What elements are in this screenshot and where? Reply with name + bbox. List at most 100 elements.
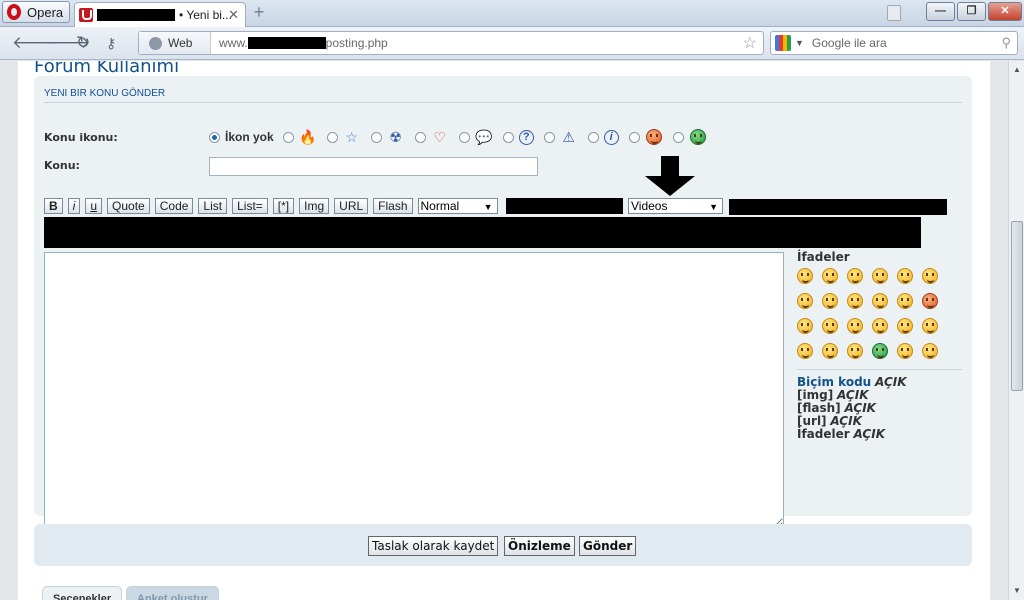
- font-size-value: Normal: [420, 199, 460, 213]
- smiley-icon[interactable]: [872, 293, 888, 309]
- smiley-icon[interactable]: [922, 293, 938, 309]
- list-button[interactable]: List: [198, 198, 228, 214]
- star-radio[interactable]: [326, 131, 338, 143]
- redacted-domain: [247, 37, 326, 49]
- tab-options[interactable]: Seçenekler: [42, 586, 123, 600]
- url-button[interactable]: URL: [334, 198, 369, 214]
- window-close-button[interactable]: ✕: [988, 2, 1022, 21]
- radiation-radio[interactable]: [370, 131, 382, 143]
- browser-tab-active[interactable]: • Yeni bi... ✕: [74, 2, 246, 27]
- smiley-icon[interactable]: [897, 318, 913, 334]
- page-body: Forum Kullanımı YENI BIR KONU GÖNDER Kon…: [18, 61, 990, 600]
- smiley-icon[interactable]: [847, 343, 863, 359]
- flame-radio[interactable]: [282, 131, 294, 143]
- warning-icon: ⚠: [562, 128, 575, 145]
- smiley-icon[interactable]: [847, 293, 863, 309]
- smiley-icon[interactable]: [847, 318, 863, 334]
- ordered-list-button[interactable]: List=: [232, 198, 268, 214]
- info-icon: i: [603, 129, 619, 145]
- submit-panel: Taslak olarak kaydet Önizleme Gönder: [34, 524, 972, 566]
- heart-radio[interactable]: [414, 131, 426, 143]
- quote-button[interactable]: Quote: [107, 198, 150, 214]
- grin-radio[interactable]: [672, 131, 684, 143]
- reload-icon[interactable]: ↻: [76, 34, 90, 52]
- globe-icon: [149, 36, 162, 50]
- smiley-icon[interactable]: [797, 318, 813, 334]
- speech-radio[interactable]: [458, 131, 470, 143]
- message-textarea[interactable]: [44, 252, 784, 528]
- info-radio[interactable]: [587, 131, 599, 143]
- trash-icon[interactable]: [887, 5, 901, 21]
- smiley-icon[interactable]: [822, 318, 838, 334]
- smiley-icon[interactable]: [922, 318, 938, 334]
- mad-face-shape: [645, 129, 662, 145]
- smiley-icon[interactable]: [922, 268, 938, 284]
- redacted-site-name: [97, 9, 175, 21]
- scroll-up-icon[interactable]: ▲: [1013, 65, 1021, 74]
- smiley-icon[interactable]: [822, 343, 838, 359]
- save-draft-button[interactable]: Taslak olarak kaydet: [368, 536, 499, 556]
- address-bar[interactable]: Web www. posting.php ☆: [138, 31, 764, 55]
- address-mode-badge[interactable]: Web: [139, 32, 211, 54]
- redacted-toolbar-row: [729, 199, 947, 215]
- preview-button[interactable]: Önizleme: [504, 536, 575, 556]
- opera-menu-button[interactable]: Opera: [2, 1, 70, 23]
- img-status-value: AÇIK: [837, 388, 869, 402]
- smiley-icon[interactable]: [922, 343, 938, 359]
- chevron-down-icon: ▼: [483, 202, 493, 212]
- smiley-icon[interactable]: [872, 343, 888, 359]
- subject-input[interactable]: [209, 157, 538, 176]
- forum-title[interactable]: Forum Kullanımı: [34, 61, 179, 77]
- smiley-icon[interactable]: [872, 318, 888, 334]
- window-minimize-button[interactable]: —: [926, 2, 955, 21]
- search-engine-dropdown-icon[interactable]: ▼: [795, 38, 804, 48]
- videos-select[interactable]: Videos ▼: [628, 198, 723, 214]
- url-status-value: AÇIK: [830, 414, 862, 428]
- scrollbar-thumb[interactable]: [1011, 221, 1023, 391]
- bold-button[interactable]: B: [44, 198, 63, 214]
- flash-status-value: AÇIK: [844, 401, 876, 415]
- vertical-scrollbar[interactable]: ▲ ▼: [1008, 61, 1024, 600]
- format-status-list: Biçim kodu AÇIK [img] AÇIK [flash] AÇIK …: [797, 376, 962, 441]
- scroll-down-icon[interactable]: ▼: [1013, 586, 1021, 595]
- flash-button[interactable]: Flash: [373, 198, 413, 214]
- google-icon: [775, 35, 791, 51]
- smiley-icon[interactable]: [797, 293, 813, 309]
- tab-create-poll[interactable]: Anket oluştur: [126, 586, 219, 600]
- smiley-icon[interactable]: [872, 268, 888, 284]
- smiley-icon[interactable]: [797, 268, 813, 284]
- redacted-select[interactable]: [506, 198, 623, 214]
- search-box[interactable]: ▼ Google ile ara ⚲: [770, 31, 1018, 55]
- question-radio[interactable]: [502, 131, 514, 143]
- search-icon[interactable]: ⚲: [1001, 35, 1011, 51]
- mad-radio[interactable]: [628, 131, 640, 143]
- smiley-icon[interactable]: [822, 268, 838, 284]
- videos-select-value: Videos: [631, 199, 668, 213]
- smiley-icon[interactable]: [897, 343, 913, 359]
- site-favicon-icon: [79, 8, 93, 22]
- tab-close-icon[interactable]: ✕: [228, 7, 239, 23]
- key-icon[interactable]: ⚷: [106, 34, 116, 52]
- smiley-icon[interactable]: [897, 293, 913, 309]
- list-item-button[interactable]: [*]: [272, 198, 295, 214]
- warning-radio[interactable]: [543, 131, 555, 143]
- italic-button[interactable]: i: [67, 198, 81, 214]
- window-maximize-button[interactable]: ❐: [957, 2, 986, 21]
- smiley-icon[interactable]: [897, 268, 913, 284]
- mad-face-icon: [645, 128, 663, 146]
- no-icon-radio[interactable]: [209, 131, 220, 143]
- underline-button[interactable]: u: [85, 198, 103, 214]
- font-size-select[interactable]: Normal ▼: [417, 198, 498, 214]
- img-button[interactable]: Img: [299, 198, 330, 214]
- bookmark-star-icon[interactable]: ☆: [743, 33, 757, 53]
- code-button[interactable]: Code: [154, 198, 194, 214]
- grin-face-icon: [689, 128, 707, 146]
- smiley-icon[interactable]: [847, 268, 863, 284]
- submit-button[interactable]: Gönder: [579, 536, 637, 556]
- new-tab-button[interactable]: +: [250, 3, 268, 22]
- search-placeholder: Google ile ara: [811, 36, 887, 50]
- smiley-icon[interactable]: [797, 343, 813, 359]
- address-url[interactable]: www. posting.php: [211, 36, 388, 50]
- bbcode-status-label[interactable]: Biçim kodu: [797, 375, 871, 389]
- smiley-icon[interactable]: [822, 293, 838, 309]
